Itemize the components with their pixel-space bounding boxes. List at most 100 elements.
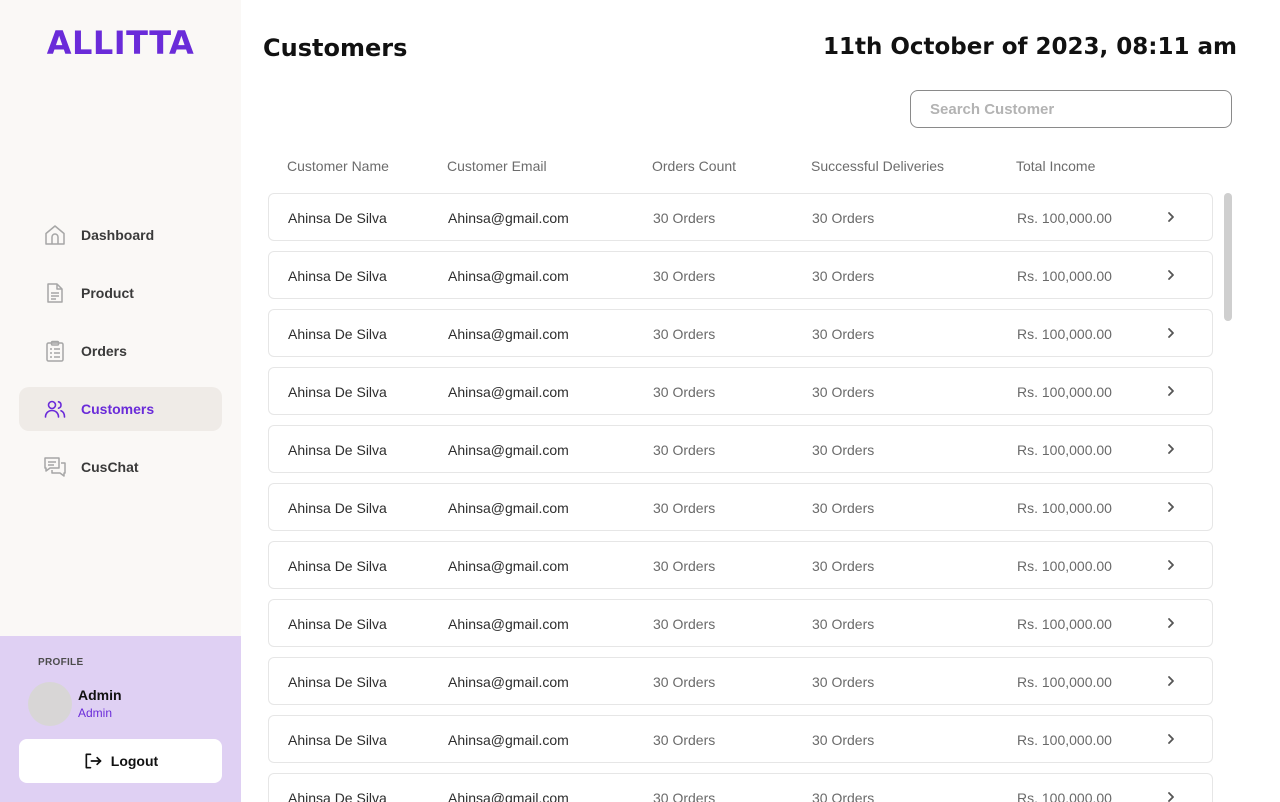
table-row[interactable]: Ahinsa De Silva Ahinsa@gmail.com 30 Orde… [268,251,1213,299]
cell-successful-deliveries: 30 Orders [812,558,875,574]
profile-name: Admin [78,687,122,703]
sidebar-nav: Dashboard Product Orders Customers CusCh… [19,213,222,503]
cell-customer-name: Ahinsa De Silva [288,616,387,632]
scrollbar-thumb[interactable] [1224,193,1232,321]
sidebar-item-label: Dashboard [81,227,155,243]
page-title: Customers [263,34,408,62]
users-icon [43,397,67,421]
profile-panel: PROFILE Admin Admin Logout [0,636,241,802]
brand-logo[interactable]: ALLITTA [0,24,241,62]
cell-customer-name: Ahinsa De Silva [288,210,387,226]
chevron-right-icon[interactable] [1163,673,1179,689]
home-icon [43,223,67,247]
cell-customer-name: Ahinsa De Silva [288,732,387,748]
sidebar-item-product[interactable]: Product [19,271,222,315]
table-row[interactable]: Ahinsa De Silva Ahinsa@gmail.com 30 Orde… [268,541,1213,589]
sidebar-item-label: Orders [81,343,127,359]
sidebar-item-cuschat[interactable]: CusChat [19,445,222,489]
column-header-customer-email: Customer Email [447,158,547,174]
sidebar-item-label: CusChat [81,459,139,475]
avatar[interactable] [28,682,72,726]
chevron-right-icon[interactable] [1163,615,1179,631]
cell-customer-email: Ahinsa@gmail.com [448,558,569,574]
table-row[interactable]: Ahinsa De Silva Ahinsa@gmail.com 30 Orde… [268,773,1213,802]
chevron-right-icon[interactable] [1163,383,1179,399]
table-row[interactable]: Ahinsa De Silva Ahinsa@gmail.com 30 Orde… [268,599,1213,647]
current-datetime: 11th October of 2023, 08:11 am [822,34,1237,60]
sidebar-item-label: Product [81,285,134,301]
cell-customer-email: Ahinsa@gmail.com [448,500,569,516]
cell-customer-email: Ahinsa@gmail.com [448,732,569,748]
cell-successful-deliveries: 30 Orders [812,210,875,226]
cell-total-income: Rs. 100,000.00 [1017,210,1112,226]
cell-customer-email: Ahinsa@gmail.com [448,268,569,284]
chevron-right-icon[interactable] [1163,267,1179,283]
cell-customer-email: Ahinsa@gmail.com [448,790,569,802]
column-header-successful-deliveries: Successful Deliveries [811,158,945,174]
cell-customer-name: Ahinsa De Silva [288,558,387,574]
profile-caption: PROFILE [38,657,84,668]
column-header-total-income: Total Income [1016,158,1096,174]
sidebar-item-label: Customers [81,401,155,417]
profile-role: Admin [78,706,113,720]
customer-list: Ahinsa De Silva Ahinsa@gmail.com 30 Orde… [268,193,1213,802]
column-header-orders-count: Orders Count [652,158,737,174]
cell-total-income: Rs. 100,000.00 [1017,790,1112,802]
sidebar-item-dashboard[interactable]: Dashboard [19,213,222,257]
logout-label: Logout [110,753,159,769]
column-header-customer-name: Customer Name [287,158,389,174]
table-row[interactable]: Ahinsa De Silva Ahinsa@gmail.com 30 Orde… [268,715,1213,763]
cell-orders-count: 30 Orders [653,326,716,342]
cell-customer-name: Ahinsa De Silva [288,326,387,342]
cell-total-income: Rs. 100,000.00 [1017,326,1112,342]
table-row[interactable]: Ahinsa De Silva Ahinsa@gmail.com 30 Orde… [268,657,1213,705]
table-header: Customer Name Customer Email Orders Coun… [268,158,1213,178]
cell-total-income: Rs. 100,000.00 [1017,442,1112,458]
cell-successful-deliveries: 30 Orders [812,500,875,516]
cell-successful-deliveries: 30 Orders [812,732,875,748]
cell-successful-deliveries: 30 Orders [812,674,875,690]
cell-customer-name: Ahinsa De Silva [288,268,387,284]
table-row[interactable]: Ahinsa De Silva Ahinsa@gmail.com 30 Orde… [268,483,1213,531]
cell-total-income: Rs. 100,000.00 [1017,674,1112,690]
clipboard-icon [43,339,67,363]
cell-orders-count: 30 Orders [653,674,716,690]
chevron-right-icon[interactable] [1163,209,1179,225]
chevron-right-icon[interactable] [1163,441,1179,457]
chevron-right-icon[interactable] [1163,325,1179,341]
cell-orders-count: 30 Orders [653,500,716,516]
cell-successful-deliveries: 30 Orders [812,326,875,342]
search-input[interactable] [910,90,1232,128]
sidebar-item-customers[interactable]: Customers [19,387,222,431]
cell-total-income: Rs. 100,000.00 [1017,558,1112,574]
chevron-right-icon[interactable] [1163,731,1179,747]
cell-total-income: Rs. 100,000.00 [1017,732,1112,748]
cell-successful-deliveries: 30 Orders [812,384,875,400]
cell-orders-count: 30 Orders [653,732,716,748]
cell-total-income: Rs. 100,000.00 [1017,384,1112,400]
logout-icon [85,753,102,769]
cell-orders-count: 30 Orders [653,442,716,458]
cell-total-income: Rs. 100,000.00 [1017,500,1112,516]
cell-customer-name: Ahinsa De Silva [288,442,387,458]
cell-orders-count: 30 Orders [653,616,716,632]
cell-customer-email: Ahinsa@gmail.com [448,384,569,400]
cell-orders-count: 30 Orders [653,384,716,400]
logout-button[interactable]: Logout [19,739,222,783]
cell-orders-count: 30 Orders [653,210,716,226]
cell-successful-deliveries: 30 Orders [812,268,875,284]
table-row[interactable]: Ahinsa De Silva Ahinsa@gmail.com 30 Orde… [268,193,1213,241]
cell-customer-name: Ahinsa De Silva [288,674,387,690]
chevron-right-icon[interactable] [1163,499,1179,515]
cell-customer-email: Ahinsa@gmail.com [448,326,569,342]
chevron-right-icon[interactable] [1163,557,1179,573]
sidebar-item-orders[interactable]: Orders [19,329,222,373]
table-row[interactable]: Ahinsa De Silva Ahinsa@gmail.com 30 Orde… [268,367,1213,415]
document-icon [43,281,67,305]
table-row[interactable]: Ahinsa De Silva Ahinsa@gmail.com 30 Orde… [268,425,1213,473]
cell-customer-name: Ahinsa De Silva [288,500,387,516]
table-row[interactable]: Ahinsa De Silva Ahinsa@gmail.com 30 Orde… [268,309,1213,357]
cell-successful-deliveries: 30 Orders [812,442,875,458]
chevron-right-icon[interactable] [1163,789,1179,802]
cell-total-income: Rs. 100,000.00 [1017,268,1112,284]
